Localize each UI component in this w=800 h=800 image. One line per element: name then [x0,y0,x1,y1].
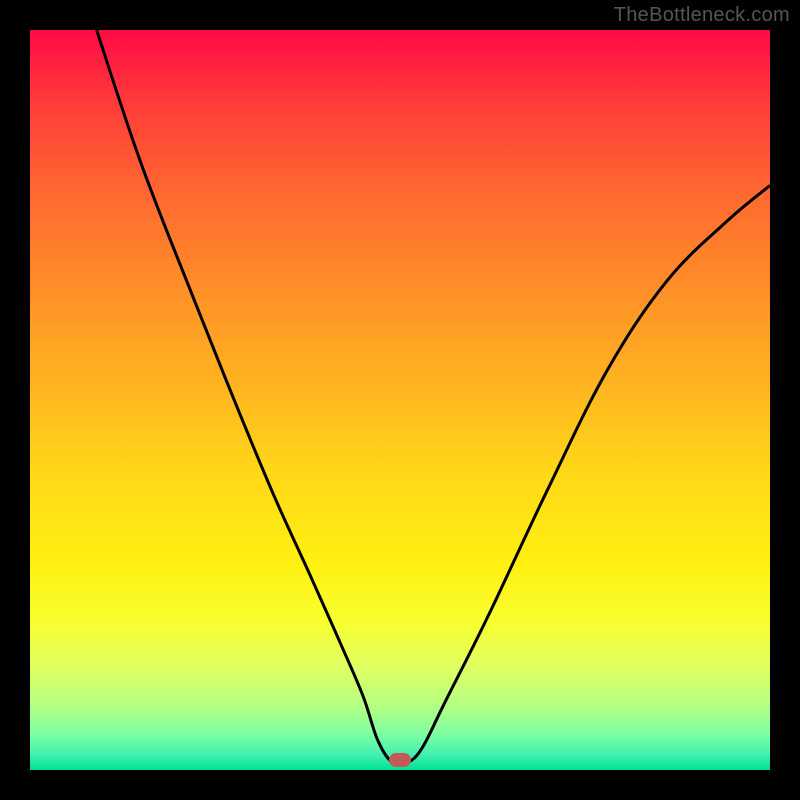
plot-area [30,30,770,770]
bottleneck-curve [30,30,770,770]
chart-frame: TheBottleneck.com [0,0,800,800]
curve-path [97,30,770,765]
watermark-text: TheBottleneck.com [614,4,790,27]
minimum-marker [389,753,411,767]
